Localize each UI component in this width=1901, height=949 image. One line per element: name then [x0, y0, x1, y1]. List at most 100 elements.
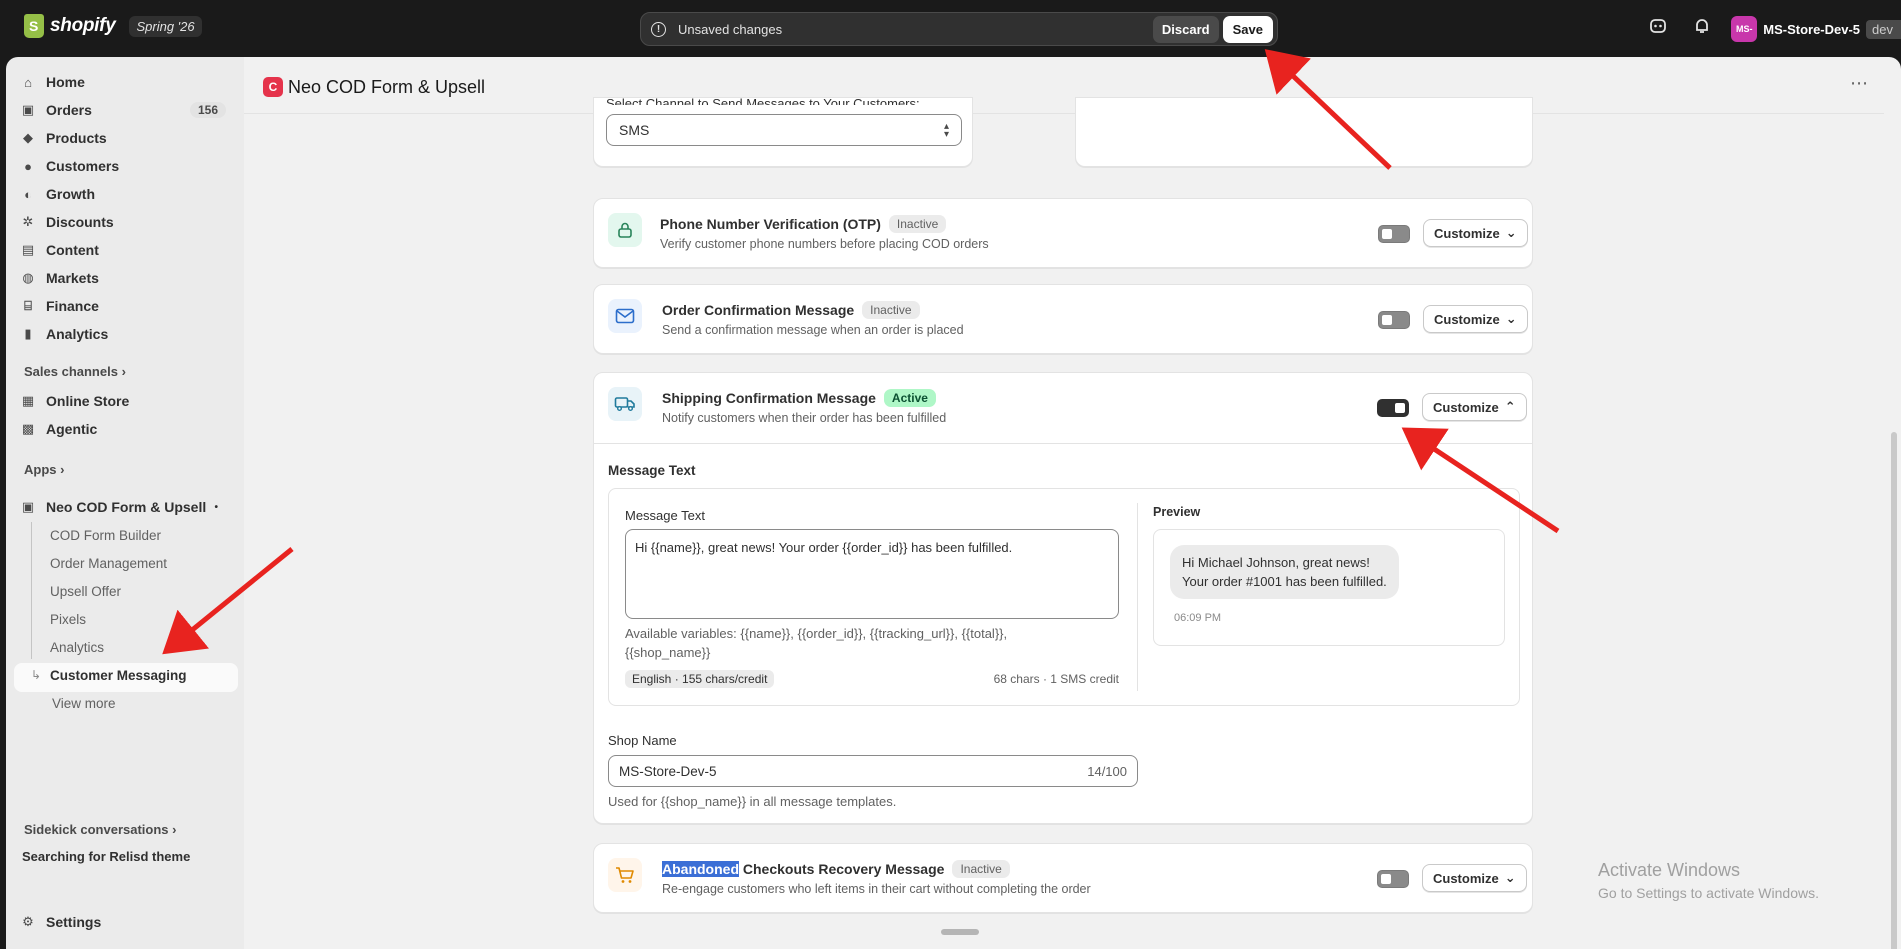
channel-select[interactable]: SMS ▴ ▾ [606, 114, 962, 146]
sidebar-item-discounts[interactable]: ✲ Discounts [20, 209, 236, 235]
sidebar-item-label: Content [46, 242, 99, 258]
shipping-confirmation-card: Shipping Confirmation Message Active Not… [593, 372, 1533, 824]
sidebar-item-settings[interactable]: ⚙ Settings [20, 909, 236, 935]
sidebar-item-home[interactable]: ⌂ Home [20, 69, 236, 95]
scrollbar[interactable] [1887, 114, 1901, 949]
shop-name-counter: 14/100 [1087, 763, 1127, 779]
status-badge: Inactive [862, 301, 920, 319]
status-badge: Inactive [952, 860, 1010, 878]
store-avatar: MS- [1731, 16, 1758, 42]
shipping-confirmation-toggle[interactable] [1377, 399, 1409, 417]
more-options-icon[interactable]: ⋯ [1850, 73, 1868, 94]
sidebar-item-finance[interactable]: ⌸ Finance [20, 293, 236, 319]
subnav-analytics[interactable]: Analytics [50, 640, 104, 655]
sidebar-item-label: Products [46, 130, 107, 146]
title-rest: Checkouts Recovery Message [739, 861, 945, 877]
subnav-customer-messaging[interactable]: Customer Messaging [50, 668, 187, 683]
sidebar-item-analytics[interactable]: ▮ Analytics [20, 321, 236, 347]
variables-help-line1: Available variables: {{name}}, {{order_i… [625, 626, 1008, 641]
message-textarea[interactable]: Hi {{name}}, great news! Your order {{or… [625, 529, 1119, 619]
page-title: Neo COD Form & Upsell [288, 77, 486, 97]
gear-icon: ⚙ [22, 914, 34, 929]
store-name: MS-Store-Dev-5 [1763, 21, 1861, 37]
chart-icon: ▮ [24, 326, 32, 341]
button-label: Customize [1433, 399, 1499, 415]
shipping-confirmation-title: Shipping Confirmation Message Active [662, 389, 936, 407]
channel-select-value: SMS [619, 122, 650, 138]
chevron-up-icon: ⌃ [1504, 399, 1516, 414]
app-icon: ▣ [21, 499, 35, 514]
preview-message-bubble: Hi Michael Johnson, great news! Your ord… [1170, 545, 1399, 599]
preview-line2: Your order #1001 has been fulfilled. [1182, 574, 1387, 589]
sidekick-heading[interactable]: Sidekick conversations › [24, 822, 176, 837]
view-more-link[interactable]: View more [52, 696, 116, 711]
sidebar-item-orders[interactable]: ▣ Orders 156 [20, 97, 236, 123]
row-title-text: Phone Number Verification (OTP) [660, 216, 881, 232]
sidebar-item-customers[interactable]: ● Customers [20, 153, 236, 179]
channel-select-card: Select Channel to Send Messages to Your … [593, 96, 973, 167]
otp-customize-button[interactable]: Customize ⌄ [1423, 219, 1528, 247]
shop-name-input[interactable]: MS-Store-Dev-5 14/100 [608, 755, 1138, 787]
info-card [1075, 97, 1533, 167]
abandoned-checkout-toggle[interactable] [1377, 870, 1409, 888]
otp-description: Verify customer phone numbers before pla… [660, 237, 989, 251]
sidebar-item-label: Discounts [46, 214, 114, 230]
sidebar-item-label: Online Store [46, 393, 130, 409]
bank-icon: ⌸ [24, 298, 32, 313]
save-button[interactable]: Save [1222, 15, 1273, 43]
subnav-order-management[interactable]: Order Management [50, 556, 167, 571]
section-label: Sales channels [24, 364, 118, 379]
sidebar-item-growth[interactable]: ◐ Growth [20, 181, 236, 207]
tag-icon: ◆ [23, 130, 33, 145]
bell-icon[interactable] [1692, 17, 1712, 37]
sidebar-item-neo-cod-app[interactable]: ▣ Neo COD Form & Upsell • [20, 494, 236, 520]
sidekick-icon[interactable] [1648, 17, 1668, 37]
row-title-text: Shipping Confirmation Message [662, 390, 876, 406]
apps-heading[interactable]: Apps › [24, 462, 64, 477]
main-content: C Neo COD Form & Upsell ⋯ Select Channel… [244, 57, 1901, 949]
selected-text: Abandoned [662, 861, 739, 877]
shipping-confirmation-customize-button[interactable]: Customize ⌃ [1422, 393, 1527, 421]
sidebar-item-markets[interactable]: ◍ Markets [20, 265, 236, 291]
char-count: 68 chars · 1 SMS credit [993, 672, 1119, 686]
sidebar-item-label: Finance [46, 298, 99, 314]
subnav-upsell-offer[interactable]: Upsell Offer [50, 584, 121, 599]
agentic-icon: ▩ [21, 421, 35, 436]
sidebar-item-online-store[interactable]: ▦ Online Store [20, 388, 236, 414]
section-label: Apps [24, 462, 57, 477]
chevron-down-icon: ⌄ [1505, 311, 1517, 326]
sidebar-item-agentic[interactable]: ▩ Agentic [20, 416, 236, 442]
orders-count-badge: 156 [189, 102, 226, 118]
drag-handle[interactable] [941, 929, 979, 935]
preview-panel: Hi Michael Johnson, great news! Your ord… [1153, 529, 1505, 646]
sidebar-item-label: Agentic [46, 421, 98, 437]
home-icon: ⌂ [24, 74, 32, 90]
subnav-pixels[interactable]: Pixels [50, 612, 86, 627]
sidebar-item-label: Customers [46, 158, 120, 174]
row-title-text: Order Confirmation Message [662, 302, 855, 318]
shopify-logo[interactable]: shopify Spring '26 [24, 14, 202, 38]
preview-label: Preview [1153, 505, 1201, 519]
order-confirmation-toggle[interactable] [1378, 311, 1410, 329]
app-logo-icon: C [263, 77, 283, 97]
sales-channels-heading[interactable]: Sales channels › [24, 364, 126, 379]
message-field-label: Message Text [625, 508, 705, 523]
order-confirmation-customize-button[interactable]: Customize ⌄ [1423, 305, 1528, 333]
scrollbar-thumb[interactable] [1891, 432, 1897, 949]
discard-button[interactable]: Discard [1152, 15, 1219, 43]
otp-toggle[interactable] [1378, 225, 1410, 243]
sidebar-item-products[interactable]: ◆ Products [20, 125, 236, 151]
sidekick-conversation-item[interactable]: Searching for Relisd theme [22, 849, 190, 864]
shopify-bag-icon [24, 14, 44, 38]
abandoned-checkout-row-card: Abandoned Checkouts Recovery Message Ina… [593, 843, 1533, 913]
pin-dot-icon[interactable]: • [214, 502, 218, 513]
unsaved-text: Unsaved changes [678, 21, 783, 37]
sidebar-item-content[interactable]: ▤ Content [20, 237, 236, 263]
subnav-cod-form-builder[interactable]: COD Form Builder [50, 528, 161, 543]
cart-icon [608, 858, 642, 892]
sidebar-item-label: Home [46, 74, 85, 90]
order-confirmation-description: Send a confirmation message when an orde… [662, 323, 964, 337]
store-switcher[interactable]: MS- MS-Store-Dev-5 dev [1731, 16, 1901, 42]
otp-title: Phone Number Verification (OTP) Inactive [660, 215, 947, 233]
abandoned-checkout-customize-button[interactable]: Customize ⌄ [1422, 864, 1527, 892]
